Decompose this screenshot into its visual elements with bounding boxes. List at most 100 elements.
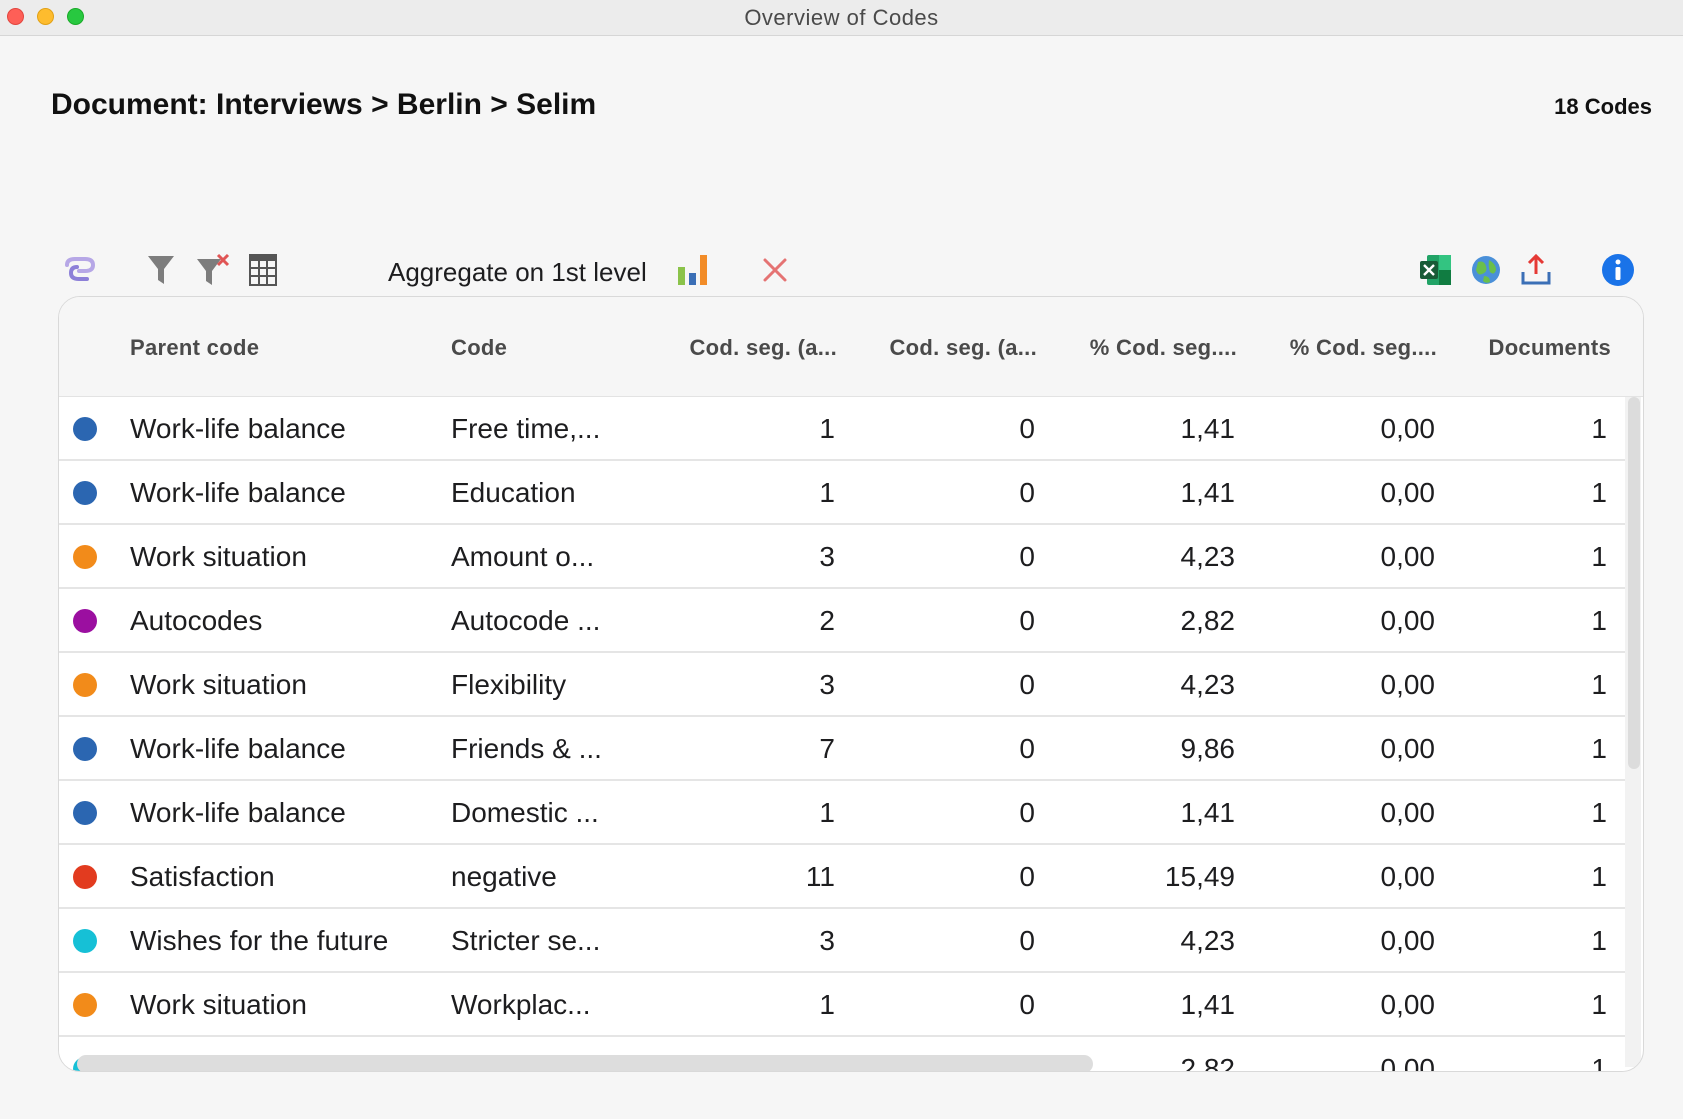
close-x-icon[interactable] <box>758 253 792 287</box>
column-header-percent-1[interactable]: % Cod. seg.... <box>1057 335 1237 361</box>
table-row[interactable]: Work-life balance Education 1 0 1,41 0,00 1 <box>59 461 1629 525</box>
cell-parent-code: Work situation <box>130 989 307 1020</box>
cell-coded-segments-2: 0 <box>1019 477 1035 508</box>
aggregate-toggle[interactable]: Aggregate on 1st level <box>388 257 647 288</box>
column-header-code[interactable]: Code <box>451 335 507 361</box>
cell-percent-1: 9,86 <box>1180 733 1236 764</box>
cell-coded-segments-2: 0 <box>1019 861 1035 892</box>
bar-chart-icon[interactable] <box>676 253 710 287</box>
cell-code: Stricter se... <box>451 925 601 956</box>
cell-parent-code: Work-life balance <box>130 797 346 828</box>
column-header-coded-segments-2[interactable]: Cod. seg. (a... <box>857 335 1037 361</box>
cell-documents: 1 <box>1591 925 1607 956</box>
document-title: Document: Interviews > Berlin > Selim <box>51 88 597 121</box>
title-bar: Overview of Codes <box>0 0 1683 36</box>
vertical-scroll-thumb[interactable] <box>1628 397 1640 769</box>
cell-percent-2: 0,00 <box>1380 669 1436 700</box>
table-row[interactable]: Satisfaction negative 11 0 15,49 0,00 1 <box>59 845 1629 909</box>
cell-coded-segments-1: 3 <box>819 669 835 700</box>
cell-coded-segments-2: 0 <box>1019 413 1035 444</box>
cell-parent-code: Autocodes <box>130 605 263 636</box>
cell-parent-code: Work situation <box>130 669 307 700</box>
table-row[interactable]: Work-life balance Domestic ... 1 0 1,41 0,00 1 <box>59 781 1629 845</box>
code-color-dot <box>73 481 97 505</box>
cell-documents: 1 <box>1591 989 1607 1020</box>
table-row[interactable]: Work-life balance Friends & ... 7 0 9,86 0,00… <box>59 717 1629 781</box>
cell-coded-segments-1: 2 <box>819 605 835 636</box>
cell-documents: 1 <box>1591 413 1607 444</box>
cell-percent-2: 0,00 <box>1380 541 1436 572</box>
code-color-dot <box>73 545 97 569</box>
codes-table: Parent code Code Cod. seg. (a... Cod. se… <box>58 296 1644 1072</box>
cell-code: Friends & ... <box>451 733 602 764</box>
cell-percent-2: 0,00 <box>1380 477 1436 508</box>
cell-code: Free time,... <box>451 413 601 444</box>
cell-code: negative <box>451 861 557 892</box>
export-icon[interactable] <box>1519 253 1553 287</box>
cell-code: Flexibility <box>451 669 567 700</box>
column-header-percent-2[interactable]: % Cod. seg.... <box>1257 335 1437 361</box>
column-header-parent-code[interactable]: Parent code <box>130 335 259 361</box>
cell-coded-segments-2: 0 <box>1019 989 1035 1020</box>
cell-percent-1: 4,23 <box>1180 541 1236 572</box>
cell-parent-code: Satisfaction <box>130 861 275 892</box>
window-title: Overview of Codes <box>744 5 939 30</box>
table-row[interactable]: Work situation Workplac... 1 0 1,41 0,00 1 <box>59 973 1629 1037</box>
code-color-dot <box>73 801 97 825</box>
cell-parent-code: Wishes for the future <box>130 925 389 956</box>
cell-coded-segments-1: 3 <box>819 925 835 956</box>
cell-percent-2: 0,00 <box>1380 989 1436 1020</box>
code-color-dot <box>73 993 97 1017</box>
code-color-dot <box>73 865 97 889</box>
table-row[interactable]: Work situation Flexibility 3 0 4,23 0,00 1 <box>59 653 1629 717</box>
clear-filter-icon[interactable] <box>196 253 230 287</box>
cell-parent-code: Work situation <box>130 541 307 572</box>
cell-parent-code: Work-life balance <box>130 413 346 444</box>
code-color-dot <box>73 737 97 761</box>
cell-parent-code: Work-life balance <box>130 477 346 508</box>
table-row[interactable]: Wishes for the future Stricter se... 3 0 4,2… <box>59 909 1629 973</box>
cell-code: Amount o... <box>451 541 595 572</box>
column-header-coded-segments-1[interactable]: Cod. seg. (a... <box>657 335 837 361</box>
columns-icon[interactable] <box>246 253 280 287</box>
cell-percent-2: 0,00 <box>1380 413 1436 444</box>
cell-percent-1: 2,82 <box>1180 605 1236 636</box>
code-count: 18 Codes <box>1554 94 1652 119</box>
cell-documents: 1 <box>1591 733 1607 764</box>
cell-percent-2: 0,00 <box>1380 733 1436 764</box>
cell-documents: 1 <box>1591 669 1607 700</box>
column-header-documents[interactable]: Documents <box>1457 335 1611 361</box>
excel-icon[interactable] <box>1419 253 1453 287</box>
filter-icon[interactable] <box>144 253 178 287</box>
cell-coded-segments-1: 1 <box>819 413 835 444</box>
horizontal-scrollbar[interactable] <box>77 1055 1093 1071</box>
cell-documents: 1 <box>1591 477 1607 508</box>
cell-coded-segments-2: 0 <box>1019 733 1035 764</box>
cell-coded-segments-1: 1 <box>819 477 835 508</box>
cell-code: Workplac... <box>451 989 591 1020</box>
cell-coded-segments-1: 1 <box>819 797 835 828</box>
table-row[interactable]: Work situation Amount o... 3 0 4,23 0,00 1 <box>59 525 1629 589</box>
cell-percent-1: 1,41 <box>1180 413 1236 444</box>
cell-code: Education <box>451 477 576 508</box>
cell-code: Domestic ... <box>451 797 599 828</box>
toolbar: Aggregate on 1st level <box>0 245 1683 295</box>
cell-coded-segments-1: 3 <box>819 541 835 572</box>
table-row[interactable]: Work-life balance Free time,... 1 0 1,41 0,00… <box>59 397 1629 461</box>
cell-percent-1: 1,41 <box>1180 477 1236 508</box>
cell-coded-segments-2: 0 <box>1019 925 1035 956</box>
code-color-dot <box>73 609 97 633</box>
cell-coded-segments-1: 1 <box>819 989 835 1020</box>
cell-documents: 1 <box>1591 541 1607 572</box>
cell-percent-2: 0,00 <box>1380 797 1436 828</box>
code-color-dot <box>73 417 97 441</box>
vertical-scrollbar[interactable] <box>1625 397 1641 1067</box>
cell-percent-2: 0,00 <box>1380 605 1436 636</box>
code-link-icon[interactable] <box>63 253 97 287</box>
cell-coded-segments-2: 0 <box>1019 797 1035 828</box>
info-icon[interactable] <box>1601 253 1635 287</box>
table-row[interactable]: Autocodes Autocode ... 2 0 2,82 0,00 1 <box>59 589 1629 653</box>
cell-percent-1: 4,23 <box>1180 669 1236 700</box>
globe-icon[interactable] <box>1469 253 1503 287</box>
cell-coded-segments-2: 0 <box>1019 541 1035 572</box>
